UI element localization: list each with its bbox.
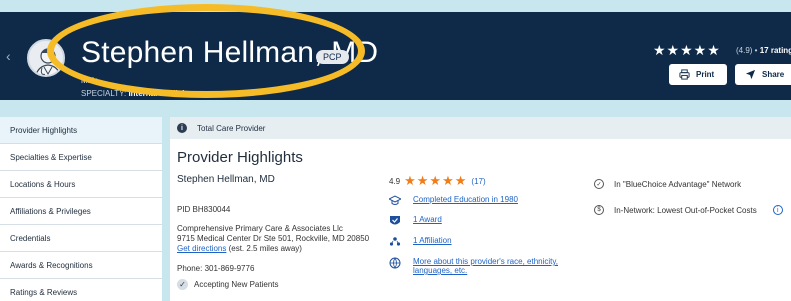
- banner-text: Total Care Provider: [197, 123, 266, 133]
- award-link[interactable]: 1 Award: [413, 215, 442, 227]
- gender-text: Male: [81, 76, 99, 85]
- accepting-patients: ✓ Accepting New Patients: [177, 279, 279, 290]
- network-row: ✓ In "BlueChoice Advantage" Network: [594, 179, 741, 189]
- rating-count[interactable]: 17 ratings: [760, 46, 791, 55]
- address-line: 9715 Medical Center Dr Ste 501, Rockvill…: [177, 234, 370, 243]
- globe-icon: [389, 257, 401, 269]
- back-chevron-icon[interactable]: ‹: [6, 48, 11, 64]
- accepting-text: Accepting New Patients: [194, 280, 279, 289]
- rating-row: 4.9 ★★★★★ (17): [389, 173, 486, 189]
- directions: Get directions (est. 2.5 miles away): [177, 244, 302, 253]
- share-label: Share: [762, 70, 785, 79]
- award-row: 1 Award: [389, 215, 442, 227]
- provider-name: Stephen Hellman, MD: [177, 174, 275, 185]
- dollar-circle-icon: $: [594, 205, 604, 215]
- practice-address: Comprehensive Primary Care & Associates …: [177, 224, 369, 244]
- check-circle-icon: ✓: [177, 279, 188, 290]
- more-about-row: More about this provider's race, ethnici…: [389, 257, 583, 275]
- specialty-label: SPECIALTY:: [81, 89, 127, 98]
- get-directions-link[interactable]: Get directions: [177, 244, 226, 253]
- affiliation-link[interactable]: 1 Affiliation: [413, 236, 452, 248]
- sidebar-item-locations[interactable]: Locations & Hours: [0, 171, 162, 198]
- sidebar-item-provider-highlights[interactable]: Provider Highlights: [0, 117, 162, 144]
- award-badge-icon: [389, 215, 401, 227]
- check-circle-outline-icon: ✓: [594, 179, 604, 189]
- specialty-value: Internal Medicine: [128, 89, 194, 98]
- rating-count-link[interactable]: (17): [471, 177, 485, 186]
- info-icon: i: [177, 123, 187, 133]
- send-icon: [745, 69, 756, 80]
- rating-stars-orange: ★★★★★: [404, 173, 468, 188]
- cost-row: $ In-Network: Lowest Out-of-Pocket Costs…: [594, 205, 783, 215]
- education-row: Completed Education in 1980: [389, 195, 518, 207]
- affiliation-people-icon: [389, 236, 401, 248]
- sidebar-item-credentials[interactable]: Credentials: [0, 225, 162, 252]
- sidebar-item-affiliations[interactable]: Affiliations & Privileges: [0, 198, 162, 225]
- phone-number: Phone: 301-869-9776: [177, 264, 255, 273]
- avatar: [27, 39, 65, 77]
- main-content: Provider Highlights Stephen Hellman, MD …: [170, 139, 791, 301]
- total-care-banner: i Total Care Provider: [170, 117, 791, 139]
- practice-name: Comprehensive Primary Care & Associates …: [177, 224, 343, 233]
- more-about-link[interactable]: More about this provider's race, ethnici…: [413, 257, 583, 275]
- graduation-cap-icon: [389, 195, 401, 207]
- provider-header: ‹ Stephen Hellman, MD PCP Male SPECIALTY…: [0, 12, 791, 100]
- rating-value: 4.9: [389, 176, 401, 186]
- sidebar-item-awards[interactable]: Awards & Recognitions: [0, 252, 162, 279]
- share-button[interactable]: Share: [735, 64, 791, 85]
- doctor-avatar-icon: [35, 48, 61, 75]
- page-title: Provider Highlights: [177, 149, 303, 166]
- sidebar-item-specialties[interactable]: Specialties & Expertise: [0, 144, 162, 171]
- specialty-text: SPECIALTY: Internal Medicine: [81, 89, 194, 98]
- print-button[interactable]: Print: [669, 64, 727, 85]
- education-link[interactable]: Completed Education in 1980: [413, 195, 518, 207]
- distance-estimate: (est. 2.5 miles away): [228, 244, 302, 253]
- print-label: Print: [696, 70, 715, 79]
- affiliation-row: 1 Affiliation: [389, 236, 452, 248]
- sidebar-nav: Provider Highlights Specialties & Expert…: [0, 117, 162, 301]
- rating-stars: ★★★★★: [653, 42, 721, 58]
- cost-text: In-Network: Lowest Out-of-Pocket Costs: [614, 205, 757, 215]
- printer-icon: [679, 69, 690, 80]
- sidebar-item-ratings[interactable]: Ratings & Reviews: [0, 279, 162, 301]
- cost-info-icon[interactable]: i: [772, 205, 783, 215]
- provider-id: PID BH830044: [177, 205, 231, 214]
- rating-score: (4.9) •: [736, 46, 758, 55]
- network-text: In "BlueChoice Advantage" Network: [614, 179, 742, 189]
- pcp-badge: PCP: [316, 50, 349, 64]
- rating-summary: (4.9) • 17 ratings: [736, 46, 791, 55]
